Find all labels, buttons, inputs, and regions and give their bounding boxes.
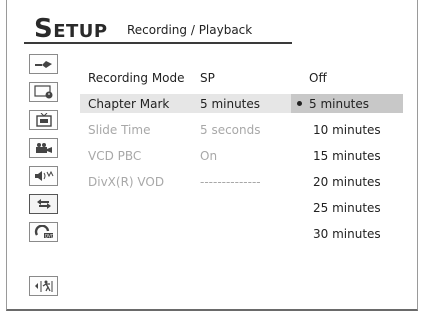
sidebar-item-tv[interactable] bbox=[29, 110, 58, 130]
header: SETUP Recording / Playback bbox=[0, 0, 421, 44]
section-subtitle: Recording / Playback bbox=[127, 23, 253, 37]
option-item[interactable]: 15 minutes bbox=[291, 146, 403, 165]
setting-label: VCD PBC bbox=[88, 149, 142, 163]
setting-value: SP bbox=[200, 71, 215, 85]
option-item[interactable]: 10 minutes bbox=[291, 120, 403, 139]
page-title: SETUP bbox=[34, 14, 108, 44]
setting-value: 5 seconds bbox=[200, 123, 261, 137]
setting-label: Slide Time bbox=[88, 123, 151, 137]
sidebar-item-exit[interactable] bbox=[29, 276, 58, 296]
svg-text:DVD: DVD bbox=[45, 233, 54, 238]
option-item[interactable]: 25 minutes bbox=[291, 198, 403, 217]
option-item-selected[interactable]: 5 minutes bbox=[291, 94, 403, 113]
sidebar-item-disc[interactable]: DVD bbox=[29, 222, 58, 242]
title-initial: S bbox=[34, 14, 54, 44]
tv-screen-icon bbox=[35, 113, 52, 127]
header-divider bbox=[24, 42, 292, 44]
option-item[interactable]: 20 minutes bbox=[291, 172, 403, 191]
dvd-disc-icon: DVD bbox=[34, 225, 54, 239]
sidebar-item-video[interactable] bbox=[29, 138, 58, 158]
exit-icon bbox=[34, 279, 54, 293]
tv-antenna-icon bbox=[34, 58, 54, 70]
recording-playback-arrows-icon bbox=[35, 198, 53, 210]
title-rest: ETUP bbox=[53, 21, 108, 42]
sidebar-item-recording-playback[interactable] bbox=[29, 194, 58, 214]
setting-label: DivX(R) VOD bbox=[88, 175, 165, 189]
setting-label: Recording Mode bbox=[88, 71, 185, 85]
option-item[interactable]: Off bbox=[291, 68, 403, 87]
setting-label: Chapter Mark bbox=[88, 97, 170, 111]
video-camera-icon bbox=[35, 142, 53, 154]
clock-display-icon bbox=[33, 85, 54, 99]
setting-value: On bbox=[200, 149, 218, 163]
sidebar-item-tuner[interactable] bbox=[29, 54, 58, 74]
option-item[interactable]: 30 minutes bbox=[291, 224, 403, 243]
sidebar-item-audio[interactable] bbox=[29, 166, 58, 186]
sidebar-item-clock[interactable] bbox=[29, 82, 58, 102]
selected-bullet-icon bbox=[297, 101, 302, 106]
setting-value: -------------- bbox=[200, 175, 261, 189]
setting-value: 5 minutes bbox=[200, 97, 261, 111]
audio-speaker-icon bbox=[34, 170, 54, 182]
